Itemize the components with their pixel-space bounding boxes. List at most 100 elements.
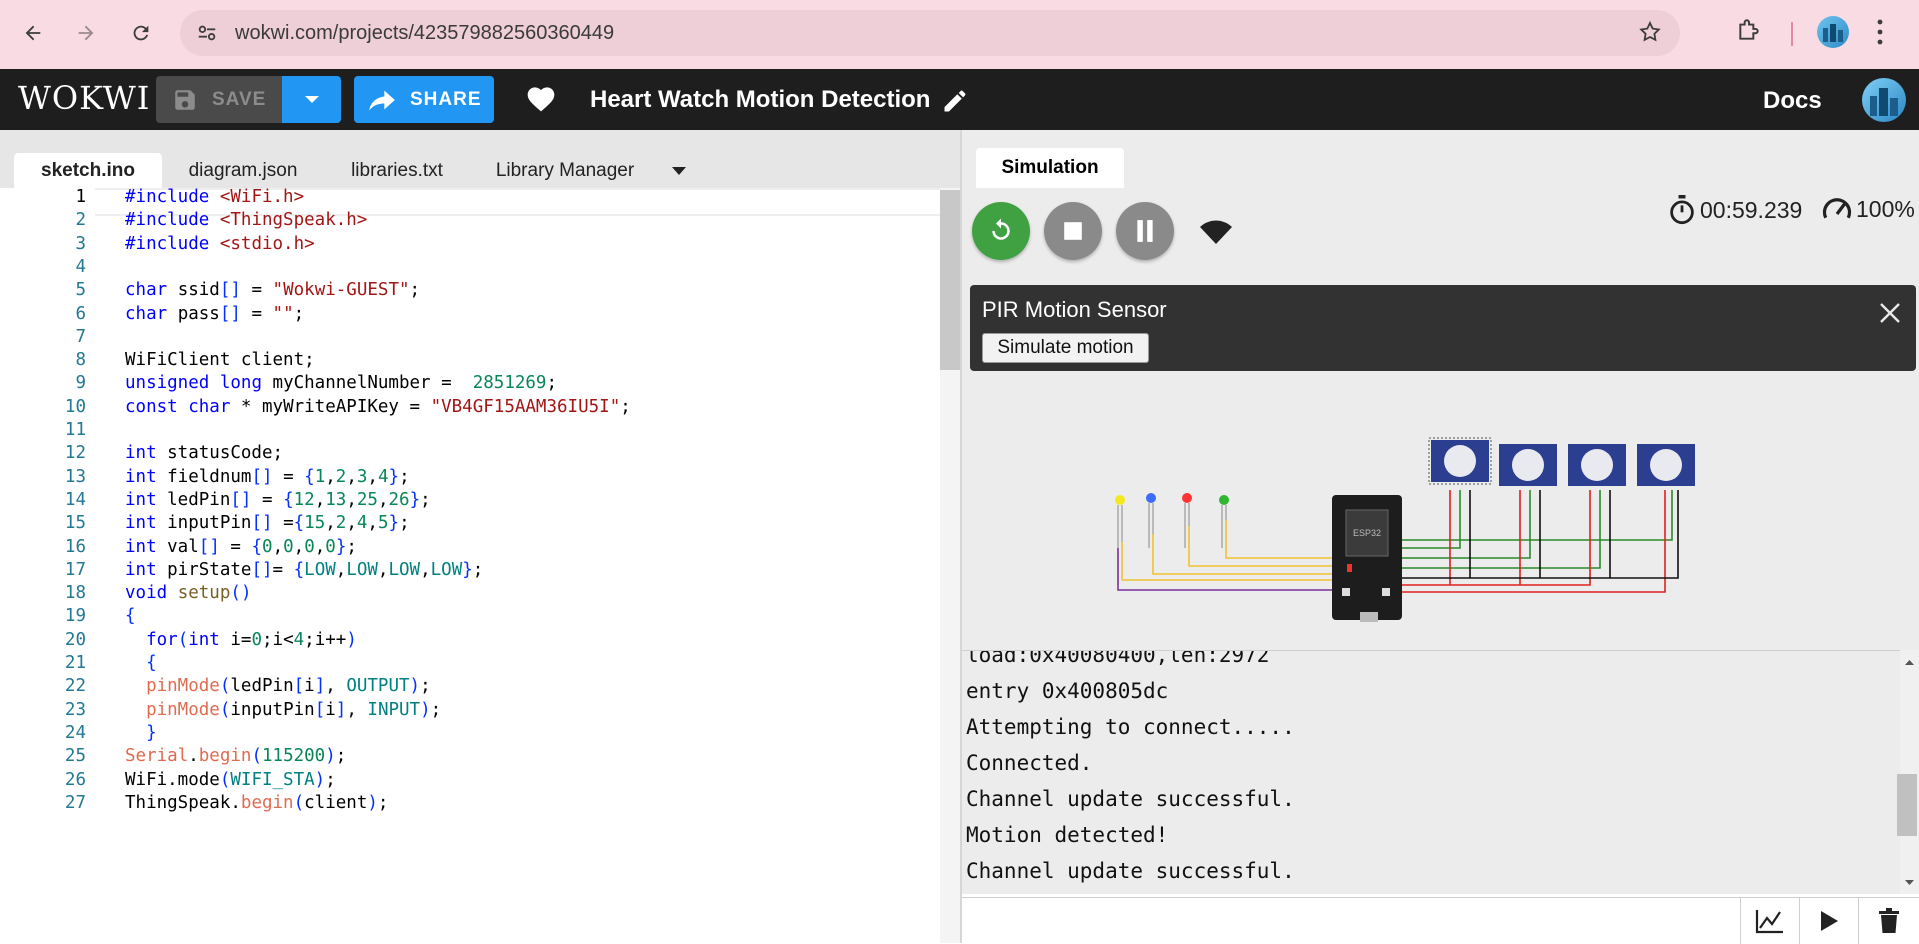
save-icon	[175, 89, 195, 110]
line-number: 27	[64, 792, 86, 813]
site-settings-icon[interactable]	[196, 22, 218, 49]
led-yellow[interactable]	[1115, 495, 1125, 548]
line-number: 21	[64, 653, 86, 673]
pir-sensor-1[interactable]	[1428, 437, 1492, 485]
line-code: }	[146, 722, 157, 743]
chevron-down-icon	[304, 95, 319, 103]
restart-icon	[992, 218, 1010, 240]
tab-sketch-ino[interactable]: sketch.ino	[14, 153, 162, 188]
stop-button[interactable]	[1044, 202, 1102, 260]
speedometer-icon	[1822, 198, 1852, 219]
line-code: WiFi.mode(WIFI_STA);	[125, 769, 336, 790]
line-number: 16	[64, 536, 86, 557]
app-header: WOKWI SAVE SHARE Heart Watch Motion Dete…	[0, 69, 1919, 130]
extensions-icon[interactable]	[1736, 17, 1762, 48]
autoscroll-play-button[interactable]	[1799, 898, 1857, 944]
circuit-diagram[interactable]: ESP32	[1110, 430, 1710, 630]
pir-wire-3	[1402, 490, 1601, 569]
heart-icon[interactable]	[525, 83, 557, 118]
line-number: 22	[64, 676, 86, 697]
line-code: WiFiClient client;	[125, 350, 315, 371]
code-editor[interactable]: 1 #include <WiFi.h> 2 #include <ThingSpeak.…	[0, 188, 940, 943]
edit-title-icon[interactable]	[941, 87, 969, 120]
browser-profile-avatar[interactable]	[1817, 16, 1849, 48]
led-green[interactable]	[1219, 495, 1229, 548]
serial-line: load:0x40080400,len:2972	[966, 650, 1270, 667]
share-label: SHARE	[410, 88, 482, 110]
more-tabs-caret-icon[interactable]	[672, 162, 686, 180]
pir-sensor-2[interactable]	[1499, 444, 1557, 486]
line-number: 18	[64, 583, 86, 604]
back-icon[interactable]	[14, 14, 52, 52]
power-wire	[1402, 490, 1666, 593]
project-title[interactable]: Heart Watch Motion Detection	[590, 86, 930, 114]
line-number: 3	[75, 233, 86, 254]
line-code: int fieldnum[] = {1,2,3,4};	[125, 466, 410, 487]
serial-line: Attempting to connect.....	[966, 715, 1295, 739]
editor-scroll-thumb[interactable]	[940, 190, 960, 370]
simulation-timer: 00:59.239	[1668, 195, 1802, 225]
browser-toolbar: wokwi.com/projects/423579882560360449	[0, 0, 1919, 69]
line-number: 14	[64, 489, 86, 510]
user-avatar[interactable]	[1862, 78, 1906, 122]
line-code: int inputPin[] ={15,2,4,5};	[125, 513, 410, 534]
tab-simulation[interactable]: Simulation	[976, 148, 1124, 188]
share-button[interactable]: SHARE	[354, 76, 494, 123]
pir-sensor-3[interactable]	[1568, 444, 1626, 486]
browser-menu-icon[interactable]	[1876, 18, 1884, 51]
code-line[interactable]: 27 ThingSpeak.begin(client);	[0, 793, 940, 821]
serial-input-row	[962, 897, 1919, 944]
save-options-dropdown[interactable]	[282, 76, 341, 123]
restart-button[interactable]	[972, 202, 1030, 260]
tab-library-manager[interactable]: Library Manager	[480, 153, 650, 188]
line-code: int val[] = {0,0,0,0};	[125, 536, 357, 557]
docs-link[interactable]: Docs	[1763, 87, 1822, 115]
tab-libraries-txt[interactable]: libraries.txt	[330, 153, 464, 188]
share-icon	[369, 90, 395, 110]
line-number: 15	[64, 513, 86, 534]
simulate-motion-button[interactable]: Simulate motion	[982, 333, 1149, 363]
line-code: const char * myWriteAPIKey = "VB4GF15AAM…	[125, 396, 631, 417]
esp32-chip-label: ESP32	[1353, 528, 1381, 538]
pir-sensor-4[interactable]	[1637, 444, 1695, 486]
pause-button[interactable]	[1116, 202, 1174, 260]
address-bar[interactable]: wokwi.com/projects/423579882560360449	[180, 10, 1680, 56]
line-code: int pirState[]= {LOW,LOW,LOW,LOW};	[125, 559, 484, 580]
led-blue[interactable]	[1146, 493, 1156, 548]
line-number: 19	[64, 606, 86, 627]
serial-scrollbar[interactable]	[1900, 650, 1919, 894]
line-code: int statusCode;	[125, 443, 284, 464]
serial-input[interactable]	[962, 898, 1738, 944]
close-icon[interactable]	[1878, 301, 1902, 330]
line-code: unsigned long myChannelNumber = 2851269;	[125, 373, 558, 394]
serial-scroll-thumb[interactable]	[1897, 774, 1917, 836]
line-code: pinMode(ledPin[i], OUTPUT);	[146, 676, 431, 697]
led-wire-green	[1225, 520, 1335, 559]
esp32-board[interactable]: ESP32	[1332, 495, 1402, 622]
serial-monitor-output[interactable]: load:0x40080400,len:2972 entry 0x400805dc…	[962, 650, 1900, 894]
save-button[interactable]: SAVE	[156, 76, 282, 123]
play-icon	[1820, 911, 1838, 931]
line-code: for(int i=0;i<4;i++)	[146, 629, 357, 650]
line-code: void setup()	[125, 583, 252, 604]
line-number: 6	[75, 303, 86, 324]
clear-serial-button[interactable]	[1858, 898, 1919, 944]
url-text[interactable]: wokwi.com/projects/423579882560360449	[235, 22, 614, 45]
tab-diagram-json[interactable]: diagram.json	[170, 153, 316, 188]
line-number: 20	[64, 629, 86, 650]
line-code: char ssid[] = "Wokwi-GUEST";	[125, 280, 421, 301]
toolbar-divider	[1791, 22, 1793, 46]
serial-line: Connected.	[966, 751, 1093, 775]
line-code: #include <stdio.h>	[125, 233, 315, 254]
line-code: {	[146, 653, 157, 673]
chart-icon	[1755, 910, 1783, 934]
led-red[interactable]	[1182, 493, 1192, 548]
plotter-button[interactable]	[1740, 898, 1798, 944]
line-code: {	[125, 606, 136, 627]
serial-line: Channel update successful.	[966, 859, 1295, 883]
bookmark-star-icon[interactable]	[1638, 20, 1662, 49]
wokwi-logo[interactable]: WOKWI	[18, 79, 150, 117]
line-code: #include <ThingSpeak.h>	[125, 210, 368, 231]
forward-icon[interactable]	[67, 14, 105, 52]
reload-icon[interactable]	[122, 14, 160, 52]
